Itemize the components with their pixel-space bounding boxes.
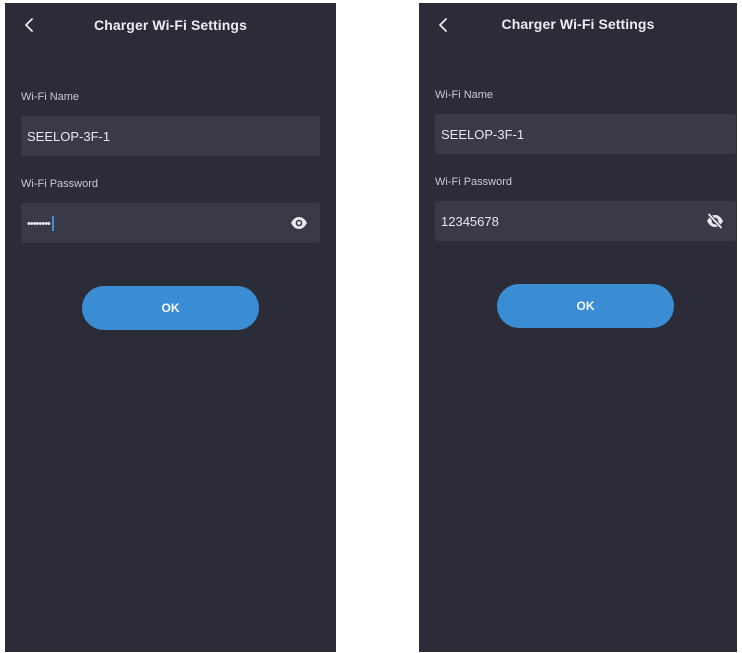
show-password-toggle[interactable]: [288, 212, 310, 234]
wifi-name-field[interactable]: SEELOP-3F-1: [435, 114, 736, 154]
wifi-password-field[interactable]: 12345678: [435, 201, 736, 241]
ok-button[interactable]: OK: [497, 284, 674, 328]
wifi-name-label: Wi-Fi Name: [435, 89, 494, 101]
hide-password-toggle[interactable]: [704, 210, 726, 232]
page-title: Charger Wi-Fi Settings: [501, 16, 655, 32]
wifi-name-value: SEELOP-3F-1: [27, 128, 111, 144]
page-title: Charger Wi-Fi Settings: [94, 17, 247, 33]
wifi-name-value: SEELOP-3F-1: [441, 126, 525, 142]
eye-off-icon: [707, 213, 723, 229]
wifi-password-label: Wi-Fi Password: [435, 176, 513, 188]
wifi-password-value: ••••••••: [27, 215, 288, 232]
wifi-password-value: 12345678: [441, 213, 499, 229]
wifi-password-label: Wi-Fi Password: [21, 178, 99, 190]
password-masked-text: ••••••••: [27, 217, 51, 230]
wifi-password-field[interactable]: ••••••••: [21, 203, 320, 243]
wifi-settings-screen-password-hidden: Charger Wi-Fi Settings Wi-Fi Name SEELOP…: [5, 3, 336, 652]
wifi-name-field[interactable]: SEELOP-3F-1: [21, 116, 320, 156]
wifi-settings-screen-password-visible: Charger Wi-Fi Settings Wi-Fi Name SEELOP…: [419, 3, 737, 652]
eye-icon: [291, 217, 307, 229]
text-cursor: [51, 216, 54, 232]
ok-button[interactable]: OK: [82, 286, 259, 330]
wifi-name-label: Wi-Fi Name: [21, 91, 80, 103]
